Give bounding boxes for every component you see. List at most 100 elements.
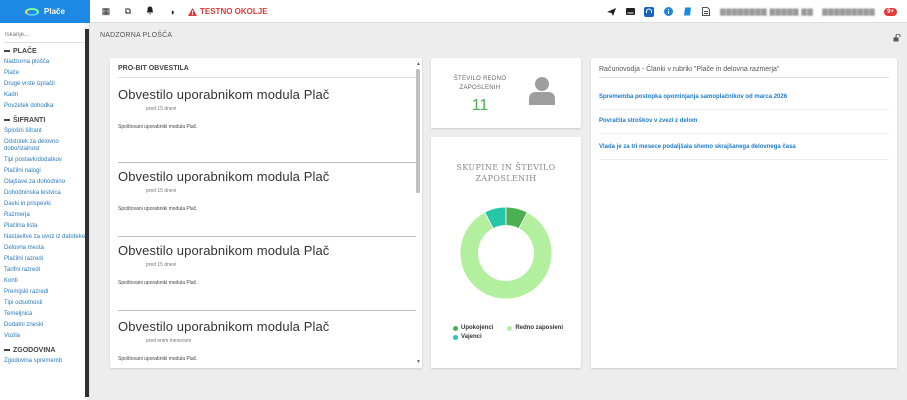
scroll-up-icon[interactable]: ▲: [416, 61, 421, 67]
sidebar-item-odstotek-delovna-doba[interactable]: Odstotek za delovno dobo/stalnost: [4, 139, 86, 153]
legend-item-redno-zaposleni[interactable]: Redno zaposleni: [507, 325, 563, 331]
toolbar-left: ▦ ⧉ ◑ TESTNO OKOLJE: [100, 0, 268, 23]
collapse-icon: [4, 349, 10, 351]
chart-legend: Upokojenci Redno zaposleni Vajenci: [453, 325, 563, 343]
articles-panel: Računovodja - Članki v rubriki "Plače in…: [591, 58, 897, 368]
sidebar-item-placilna-lista[interactable]: Plačilna lista: [4, 221, 86, 232]
sidebar-item-davki-prispevki[interactable]: Davki in prispevki: [4, 199, 86, 210]
app-logo-icon: [25, 7, 40, 16]
bell-icon[interactable]: [144, 6, 156, 17]
page-title: NADZORNA PLOŠČA: [100, 32, 173, 39]
sidebar-item-placilni-nalogi[interactable]: Plačilni nalogi: [4, 166, 86, 177]
notification-badge[interactable]: 9+: [884, 7, 897, 16]
sidebar-item-tipi-odsotnosti[interactable]: Tipi odsotnosti: [4, 298, 86, 309]
news-post[interactable]: Obvestilo uporabnikom modula Plač pred e…: [118, 319, 416, 367]
news-post-heading[interactable]: Obvestilo uporabnikom modula Plač: [118, 87, 416, 102]
legend-item-vajenci[interactable]: Vajenci: [453, 334, 482, 340]
document-icon[interactable]: [701, 7, 711, 17]
collapse-icon: [4, 119, 10, 121]
article-link[interactable]: Sprememba postopka opominjanja samoplačn…: [599, 94, 889, 110]
external-icon[interactable]: ⧉: [122, 6, 134, 17]
articles-panel-title: Računovodja - Članki v rubriki "Plače in…: [599, 66, 780, 73]
news-post[interactable]: Obvestilo uporabnikom modula Plač pred 1…: [118, 169, 416, 237]
info-icon[interactable]: [663, 7, 673, 17]
sidebar-item-olajsave[interactable]: Olajšave za dohodnino: [4, 177, 86, 188]
news-post-time: pred 15 dnevi: [146, 106, 177, 112]
toolbar-right: ▇▇▇▇▇▇▇▇ ▇▇▇▇▇ ▇▇ ▇▇▇▇▇▇▇▇▇ 9+: [606, 0, 897, 23]
sidebar-scrollbar-thumb[interactable]: [85, 29, 89, 397]
sidebar-item-razmerja[interactable]: Razmerja: [4, 210, 86, 221]
environment-label: TESTNO OKOLJE: [188, 7, 268, 16]
news-post[interactable]: Obvestilo uporabnikom modula Plač pred 1…: [118, 243, 416, 311]
collapse-icon: [4, 50, 10, 52]
news-scrollbar-thumb[interactable]: [416, 69, 420, 193]
user-avatar-icon: [529, 77, 555, 105]
sidebar-item-temeljnica[interactable]: Temeljnica: [4, 309, 86, 320]
send-icon[interactable]: [606, 7, 616, 17]
news-post[interactable]: Obvestilo uporabnikom modula Plač pred 1…: [118, 87, 416, 163]
sidebar-item-premijski-razredi[interactable]: Premijski razredi: [4, 287, 86, 298]
news-post-body: Spoštovani uporabniki modula Plač.: [118, 356, 198, 362]
sidebar-item-placilni-razredi[interactable]: Plačilni razredi: [4, 254, 86, 265]
donut-chart: [460, 207, 552, 299]
sidebar-item-zgodovina-sprememb[interactable]: Zgodovina sprememb: [4, 356, 86, 367]
environment-text: TESTNO OKOLJE: [200, 7, 268, 16]
book-icon[interactable]: [682, 7, 692, 17]
employee-count-value: 11: [471, 97, 489, 114]
sidebar-item-splosni-sifrant[interactable]: Splošni šifrant: [4, 126, 86, 137]
news-scrollbar[interactable]: ▲ ▼: [416, 61, 421, 365]
divider: [118, 77, 416, 78]
sidebar-item-place[interactable]: Plače: [4, 68, 86, 79]
news-post-body: Spoštovani uporabniki modula Plač.: [118, 124, 198, 130]
sidebar-item-druge-vrste-izplacil[interactable]: Druge vrste izplačil: [4, 79, 86, 90]
sidebar-section-place[interactable]: PLAČE: [4, 48, 86, 55]
app-brand[interactable]: Plače: [0, 0, 90, 23]
sidebar-menu: PLAČE Nadzorna plošča Plače Druge vrste …: [0, 23, 86, 400]
sidebar-item-konti[interactable]: Konti: [4, 276, 86, 287]
legend-item-upokojenci[interactable]: Upokojenci: [453, 325, 493, 331]
chart-title: SKUPINE IN ŠTEVILO ZAPOSLENIH: [456, 163, 556, 183]
news-post-time: pred 15 dnevi: [146, 262, 177, 268]
news-panel: PRO-BIT OBVESTILA Obvestilo uporabnikom …: [110, 58, 422, 368]
sidebar-item-dodatni-zneski[interactable]: Dodatni zneski: [4, 320, 86, 331]
sidebar-item-delovna-mesta[interactable]: Delovna mesta: [4, 243, 86, 254]
sidebar-item-dohodninska-lestvica[interactable]: Dohodninska lestvica: [4, 188, 86, 199]
legend-swatch: [507, 325, 513, 331]
unlock-icon[interactable]: [893, 33, 901, 44]
news-post-time: pred enim mesecem: [146, 338, 192, 344]
sidebar-item-vozila[interactable]: Vozila: [4, 331, 86, 342]
top-bar: Plače ▦ ⧉ ◑ TESTNO OKOLJE ▇▇▇▇▇▇▇▇ ▇▇▇▇▇…: [0, 0, 907, 23]
grid-icon[interactable]: ▦: [100, 6, 112, 17]
article-link[interactable]: Povračila stroškov v zvezi z delom: [599, 118, 889, 134]
keyboard-icon[interactable]: [625, 7, 635, 17]
sidebar-item-tipi-postavk[interactable]: Tipi postavk/dodatkov: [4, 155, 86, 166]
legend-swatch: [453, 325, 458, 331]
app-name: Plače: [44, 7, 65, 16]
news-post-heading[interactable]: Obvestilo uporabnikom modula Plač: [118, 169, 416, 184]
employee-count-card: ŠTEVILO REDNO ZAPOSLENIH 11: [431, 58, 581, 128]
sidebar-item-tarifni-razredi[interactable]: Tarifni razredi: [4, 265, 86, 276]
warning-icon: [188, 7, 197, 16]
sidebar-item-povzetek-dohodka[interactable]: Povzetek dohodka: [4, 101, 86, 112]
sidebar-section-zgodovina[interactable]: ZGODOVINA: [4, 347, 86, 354]
scroll-down-icon[interactable]: ▼: [416, 359, 421, 365]
news-post-heading[interactable]: Obvestilo uporabnikom modula Plač: [118, 319, 416, 334]
user-name[interactable]: ▇▇▇▇▇▇▇▇▇: [822, 8, 875, 16]
headset-icon[interactable]: [644, 6, 655, 17]
news-post-heading[interactable]: Obvestilo uporabnikom modula Plač: [118, 243, 416, 258]
contrast-icon[interactable]: ◑: [166, 7, 178, 17]
sidebar-item-nastavitve-uvoz[interactable]: Nastavitve za uvoz iz datoteke: [4, 234, 86, 241]
news-post-body: Spoštovani uporabniki modula Plač.: [118, 206, 198, 212]
news-list: Obvestilo uporabnikom modula Plač pred 1…: [110, 79, 420, 367]
article-link[interactable]: Vlada je za tri mesece podaljšala shemo …: [599, 144, 889, 160]
legend-swatch: [453, 334, 458, 340]
divider: [599, 77, 889, 78]
sidebar-section-sifranti[interactable]: ŠIFRANTI: [4, 117, 86, 124]
sidebar-item-kadri[interactable]: Kadri: [4, 90, 86, 101]
sidebar-item-nadzorna-plosca[interactable]: Nadzorna plošča: [4, 57, 86, 68]
news-panel-title: PRO-BIT OBVESTILA: [118, 65, 189, 72]
news-post-body: Spoštovani uporabniki modula Plač.: [118, 280, 198, 286]
sidebar-search-input[interactable]: [4, 28, 86, 43]
sidebar-scrollbar[interactable]: [85, 23, 89, 400]
user-organization: ▇▇▇▇▇▇▇▇ ▇▇▇▇▇ ▇▇: [720, 8, 814, 16]
